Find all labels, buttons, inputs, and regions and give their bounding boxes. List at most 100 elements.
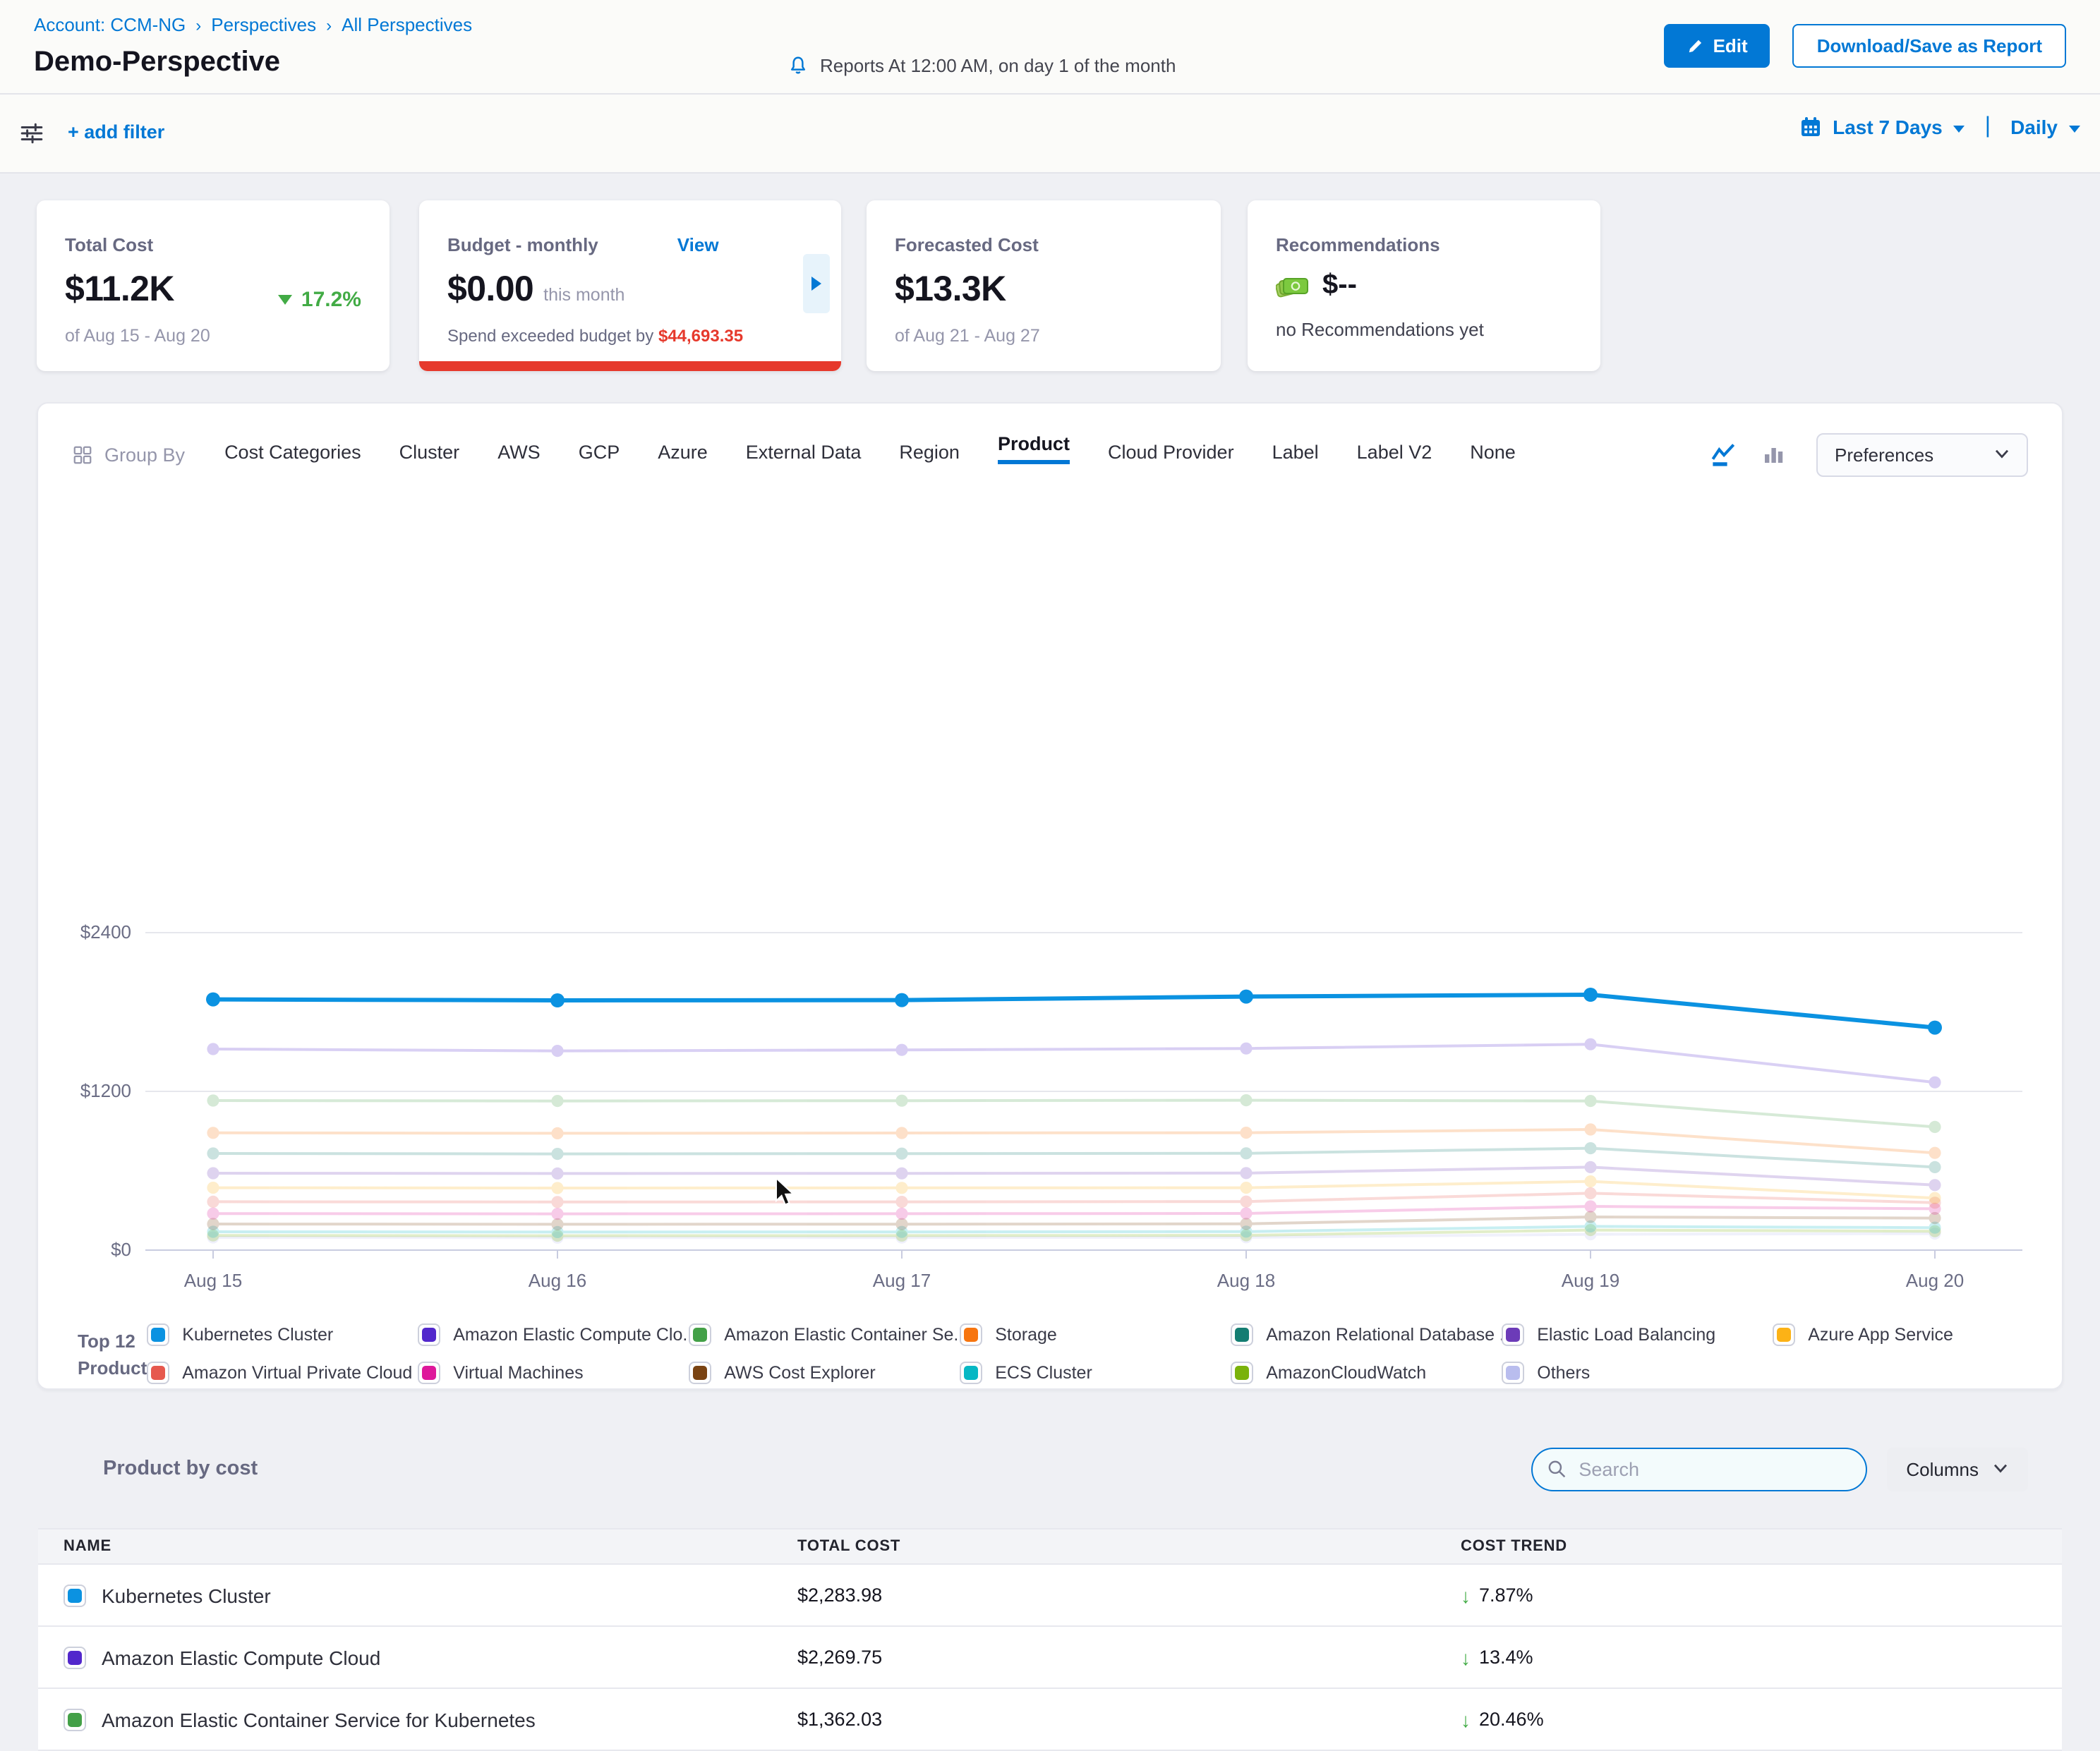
- series-swatch: [960, 1362, 982, 1384]
- svg-text:Aug 20: Aug 20: [1906, 1270, 1964, 1291]
- budget-card: Budget - monthly View $0.00 this month S…: [419, 200, 841, 371]
- series-swatch: [64, 1584, 86, 1606]
- breadcrumb-account-link[interactable]: Account: CCM-NG: [34, 14, 186, 35]
- svg-text:Aug 18: Aug 18: [1217, 1270, 1275, 1291]
- svg-text:$1200: $1200: [80, 1080, 131, 1101]
- table-header-row: NAME TOTAL COST COST TREND: [38, 1528, 2062, 1565]
- row-cost-trend: ↓13.4%: [1461, 1646, 2062, 1668]
- search-icon: [1546, 1459, 1566, 1479]
- legend-item-virtual-machines[interactable]: Virtual Machines: [418, 1362, 689, 1384]
- series-swatch: [147, 1323, 169, 1346]
- tab-none[interactable]: None: [1470, 441, 1516, 468]
- recommendations-savings-value: $--: [1322, 269, 1357, 302]
- budget-value: $0.00: [447, 269, 533, 310]
- legend-item-storage[interactable]: Storage: [960, 1323, 1231, 1346]
- add-filter-button[interactable]: + add filter: [68, 121, 164, 143]
- row-total-cost: $1,362.03: [797, 1709, 1461, 1730]
- row-total-cost: $2,283.98: [797, 1585, 1461, 1606]
- row-name: Kubernetes Cluster: [102, 1584, 271, 1606]
- card-carousel-next-button[interactable]: [803, 254, 830, 313]
- series-swatch: [960, 1323, 982, 1346]
- chevron-down-icon: [1994, 449, 2010, 460]
- legend-item-azure-app-service[interactable]: Azure App Service: [1773, 1323, 2044, 1346]
- card-title: Budget - monthly: [447, 234, 598, 255]
- series-swatch: [64, 1708, 86, 1731]
- breadcrumb-all-perspectives-link[interactable]: All Perspectives: [342, 14, 472, 35]
- tab-aws[interactable]: AWS: [497, 441, 541, 468]
- legend-item-ecs-cluster[interactable]: ECS Cluster: [960, 1362, 1231, 1384]
- svg-text:Aug 16: Aug 16: [529, 1270, 586, 1291]
- column-header-total-cost[interactable]: TOTAL COST: [797, 1538, 1461, 1555]
- down-arrow-icon: ↓: [1461, 1708, 1471, 1731]
- chart-series-amazon-virtual-private-cloud: [207, 1187, 1941, 1209]
- caret-down-icon[interactable]: [2069, 125, 2080, 132]
- series-swatch: [147, 1362, 169, 1384]
- card-title: Total Cost: [65, 234, 361, 255]
- chart-series-amazon-elastic-compute-clo: [207, 1038, 1941, 1089]
- table-row-amazon-elastic-compute-cloud[interactable]: Amazon Elastic Compute Cloud $2,269.75 ↓…: [38, 1627, 2062, 1689]
- legend-item-elastic-load-balancing[interactable]: Elastic Load Balancing: [1502, 1323, 1773, 1346]
- group-by-label: Group By: [72, 444, 185, 465]
- tab-cost-categories[interactable]: Cost Categories: [224, 441, 361, 468]
- edit-button[interactable]: Edit: [1664, 24, 1770, 68]
- tab-gcp[interactable]: GCP: [579, 441, 620, 468]
- columns-dropdown-button[interactable]: Columns: [1886, 1447, 2028, 1491]
- pencil-icon: [1686, 37, 1703, 54]
- legend-item-amazon-virtual-private-cloud[interactable]: Amazon Virtual Private Cloud: [147, 1362, 418, 1384]
- svg-text:$2400: $2400: [80, 921, 131, 943]
- tab-external-data[interactable]: External Data: [746, 441, 862, 468]
- series-swatch: [64, 1646, 86, 1668]
- legend-item-others[interactable]: Others: [1502, 1362, 1773, 1384]
- tab-cluster[interactable]: Cluster: [399, 441, 460, 468]
- preferences-dropdown[interactable]: Preferences: [1816, 432, 2028, 476]
- cost-trend-badge: 17.2%: [279, 288, 361, 312]
- sliders-filter-icon[interactable]: [20, 121, 44, 152]
- table-row-amazon-elastic-container-service-for-kubernetes[interactable]: Amazon Elastic Container Service for Kub…: [38, 1689, 2062, 1751]
- row-cost-trend: ↓7.87%: [1461, 1584, 2062, 1606]
- legend-item-aws-cost-explorer[interactable]: AWS Cost Explorer: [689, 1362, 960, 1384]
- bar-chart-icon[interactable]: [1763, 442, 1785, 467]
- caret-down-icon[interactable]: [1954, 125, 1965, 132]
- search-input[interactable]: [1576, 1457, 1851, 1481]
- ccm-perspective-page: Account: CCM-NG › Perspectives › All Per…: [0, 0, 2100, 1366]
- date-range-selector[interactable]: Last 7 Days: [1833, 116, 1943, 138]
- budget-view-link[interactable]: View: [677, 234, 719, 255]
- series-swatch: [1231, 1323, 1253, 1346]
- bell-icon: [788, 55, 809, 76]
- table-body: Kubernetes Cluster $2,283.98 ↓7.87% Amaz…: [38, 1565, 2062, 1751]
- legend-item-amazon-elastic-compute-clo[interactable]: Amazon Elastic Compute Clo...: [418, 1323, 689, 1346]
- tab-label[interactable]: Label: [1272, 441, 1319, 468]
- download-save-report-button[interactable]: Download/Save as Report: [1793, 24, 2066, 68]
- chart-series-amazon-elastic-container-se: [207, 1094, 1941, 1133]
- table-toolbar: Product by cost Columns: [72, 1441, 2028, 1497]
- granularity-selector[interactable]: Daily: [2010, 116, 2058, 138]
- legend-item-amazoncloudwatch[interactable]: AmazonCloudWatch: [1231, 1362, 1502, 1384]
- column-header-name[interactable]: NAME: [64, 1538, 797, 1555]
- row-cost-trend: ↓20.46%: [1461, 1708, 2062, 1731]
- divider: |: [1985, 114, 1991, 140]
- series-swatch: [1502, 1362, 1524, 1384]
- legend-items: Kubernetes Cluster Amazon Elastic Comput…: [147, 1323, 2044, 1384]
- chart-series-amazon-relational-database: [207, 1142, 1941, 1173]
- budget-exceeded-alert: Spend exceeded budget by $44,693.35: [447, 326, 813, 346]
- tab-azure[interactable]: Azure: [658, 441, 708, 468]
- column-header-cost-trend[interactable]: COST TREND: [1461, 1538, 2062, 1555]
- legend-item-amazon-elastic-container-se[interactable]: Amazon Elastic Container Se...: [689, 1323, 960, 1346]
- table-row-kubernetes-cluster[interactable]: Kubernetes Cluster $2,283.98 ↓7.87%: [38, 1565, 2062, 1627]
- breadcrumb-perspectives-link[interactable]: Perspectives: [211, 14, 316, 35]
- legend-item-kubernetes-cluster[interactable]: Kubernetes Cluster: [147, 1323, 418, 1346]
- series-swatch: [418, 1362, 440, 1384]
- tab-cloud-provider[interactable]: Cloud Provider: [1108, 441, 1234, 468]
- line-chart-icon[interactable]: [1709, 442, 1737, 467]
- filter-bar: + add filter Last 7 Days | Daily: [0, 95, 2100, 174]
- product-cost-table: NAME TOTAL COST COST TREND Kubernetes Cl…: [38, 1528, 2062, 1751]
- tab-region[interactable]: Region: [899, 441, 960, 468]
- group-by-row: Group By Cost Categories Cluster AWS GCP Azu…: [72, 426, 2028, 483]
- tab-product[interactable]: Product: [998, 433, 1070, 464]
- page-title: Demo-Perspective: [34, 47, 280, 79]
- time-controls: Last 7 Days | Daily: [1799, 114, 2080, 140]
- legend-item-amazon-relational-database[interactable]: Amazon Relational Database ...: [1231, 1323, 1502, 1346]
- header-actions: Edit Download/Save as Report: [1664, 24, 2066, 68]
- cost-line-chart[interactable]: $0$1200$2400Aug 15Aug 16Aug 17Aug 18Aug …: [72, 897, 2031, 1321]
- tab-label-v2[interactable]: Label V2: [1357, 441, 1432, 468]
